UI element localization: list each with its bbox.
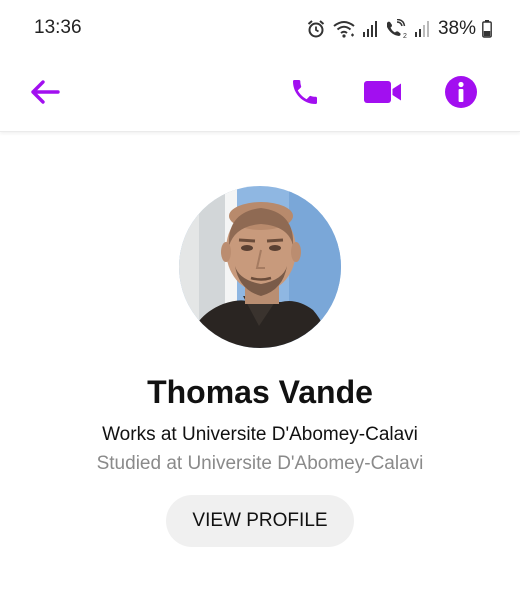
video-camera-icon bbox=[363, 78, 403, 111]
signal-icon bbox=[362, 20, 378, 38]
alarm-icon bbox=[306, 19, 326, 39]
back-arrow-icon bbox=[29, 79, 61, 110]
status-bar: 13:36 2 38% bbox=[0, 0, 520, 60]
battery-icon bbox=[482, 20, 492, 38]
info-icon bbox=[444, 75, 478, 114]
profile-name: Thomas Vande bbox=[147, 374, 373, 410]
video-call-button[interactable] bbox=[359, 70, 407, 118]
phone-icon bbox=[289, 76, 321, 113]
svg-text:2: 2 bbox=[403, 33, 407, 39]
profile-work: Works at Universite D'Abomey-Calavi bbox=[102, 424, 418, 445]
wifi-calling-icon: 2 bbox=[384, 19, 408, 39]
audio-call-button[interactable] bbox=[281, 70, 329, 118]
status-icons: 2 38% bbox=[306, 16, 492, 42]
profile-education: Studied at Universite D'Abomey-Calavi bbox=[96, 453, 424, 474]
wifi-icon bbox=[332, 19, 356, 39]
back-button[interactable] bbox=[21, 70, 69, 118]
view-profile-button[interactable]: VIEW PROFILE bbox=[166, 495, 354, 547]
signal-icon bbox=[414, 20, 430, 38]
battery-percent: 38% bbox=[437, 18, 476, 39]
info-button[interactable] bbox=[437, 70, 485, 118]
conversation-header bbox=[0, 60, 520, 132]
status-time: 13:36 bbox=[34, 17, 82, 38]
avatar[interactable] bbox=[179, 186, 341, 348]
